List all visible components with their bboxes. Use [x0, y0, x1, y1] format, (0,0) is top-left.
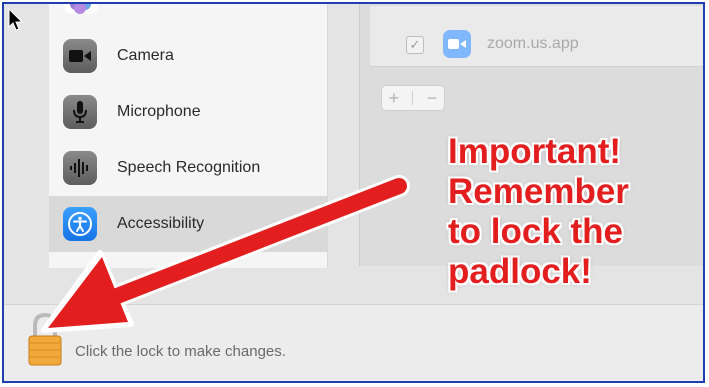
- annotation-line: to lock the: [448, 212, 624, 251]
- annotation-line: padlock!: [448, 252, 592, 291]
- screenshot-frame: Camera Microphone Speech Recognition Acc…: [2, 2, 705, 383]
- advanced-button[interactable]: [704, 336, 705, 362]
- annotation-text: Important! Remember to lock the padlock!: [448, 132, 703, 292]
- annotation-line: Remember: [448, 172, 629, 211]
- mouse-cursor-icon: [8, 8, 24, 31]
- annotation-line: Important!: [448, 132, 622, 171]
